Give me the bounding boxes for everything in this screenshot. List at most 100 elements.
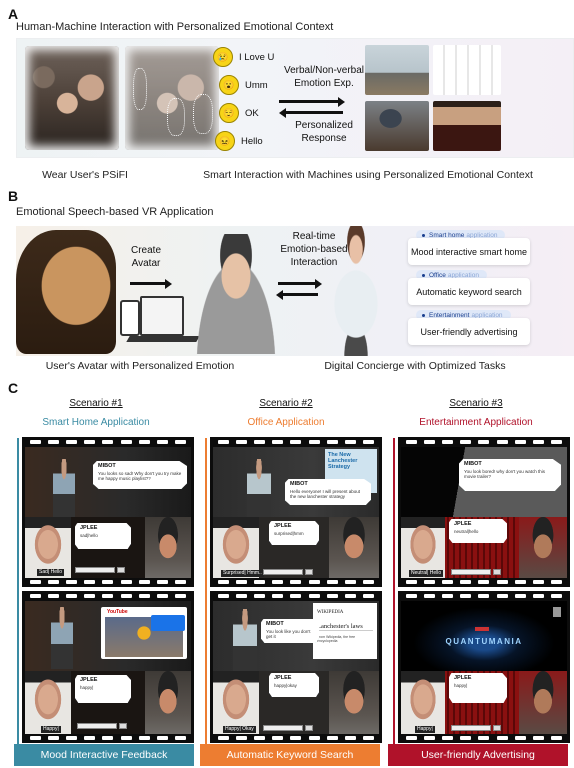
laptop-icon bbox=[140, 296, 184, 336]
user-speech-bubble: JPLEE sad|hello bbox=[75, 523, 131, 549]
vr-scene: WIKIPEDIA Lanchester's laws From Wikiped… bbox=[213, 601, 379, 671]
article-subtitle: From Wikipedia, the free encyclopedia bbox=[317, 635, 356, 643]
user-scene: Sad| Hello JPLEE sad|hello bbox=[25, 517, 191, 578]
wikipedia-window: WIKIPEDIA Lanchester's laws From Wikiped… bbox=[313, 603, 377, 659]
film-sprockets bbox=[210, 592, 382, 600]
user-camera-face bbox=[25, 671, 71, 734]
scenario-3-app: Entertainment Application bbox=[419, 417, 533, 428]
panel-a-caption-right: Smart Interaction with Machines using Pe… bbox=[203, 169, 533, 181]
concierge-avatar bbox=[51, 607, 73, 669]
scenario-2-footer: Automatic Keyword Search bbox=[200, 744, 380, 766]
scenario-3-accent-bar bbox=[393, 438, 395, 744]
verbal-emotion-label: Verbal/Non-verbal Emotion Exp. bbox=[283, 65, 365, 89]
panel-b-caption-right: Digital Concierge with Optimized Tasks bbox=[324, 360, 506, 372]
film-sprockets bbox=[22, 592, 194, 600]
scenario-3-frame-1: MIBOT You look bored! why don't you watch… bbox=[398, 437, 570, 587]
wikipedia-logo: WIKIPEDIA bbox=[317, 610, 344, 615]
send-button[interactable] bbox=[305, 569, 313, 575]
film-sprockets bbox=[22, 578, 194, 586]
film-sprockets bbox=[398, 578, 570, 586]
user-avatar-face bbox=[145, 671, 191, 734]
user-scene: Happy| JPLEE happy| bbox=[401, 671, 567, 734]
arrow-left-icon bbox=[279, 107, 343, 118]
slide-title: The New Lanchester Strategy bbox=[328, 452, 358, 470]
send-button[interactable] bbox=[117, 567, 125, 573]
scenario-3-footer: User-friendly Advertising bbox=[388, 744, 568, 766]
friends-photo bbox=[25, 46, 119, 150]
chat-input[interactable] bbox=[451, 725, 491, 731]
send-button[interactable] bbox=[119, 723, 127, 729]
emotion-result-label: Sad| Hello bbox=[37, 569, 64, 576]
mibot-speech-bubble: MIBOT You look like you don't get it bbox=[261, 619, 319, 643]
app-card-smart-home: Mood interactive smart home bbox=[408, 238, 530, 265]
emotion-result-label: Surprised| Hmm.. bbox=[221, 570, 264, 577]
film-sprockets bbox=[210, 438, 382, 446]
send-button[interactable] bbox=[493, 569, 501, 575]
chat-input[interactable] bbox=[451, 569, 491, 575]
scenario-2-accent-bar bbox=[205, 438, 207, 744]
emotion-label: Hello bbox=[241, 135, 263, 147]
create-avatar-label: Create Avatar bbox=[130, 245, 161, 269]
film-sprockets bbox=[22, 734, 194, 742]
chat-input[interactable] bbox=[75, 567, 115, 573]
app-card-entertainment: User-friendly advertising bbox=[408, 318, 530, 345]
emotion-result-label: Happy| bbox=[415, 726, 435, 733]
emotion-label: Umm bbox=[245, 79, 268, 91]
mibot-speech-bubble: MIBOT You looks so sad! Why don't you try… bbox=[93, 461, 187, 489]
signin-popup bbox=[151, 615, 185, 631]
scenario-2-frame-1: The New Lanchester Strategy MIBOT Hello e… bbox=[210, 437, 382, 587]
scenario-1-footer: Mood Interactive Feedback bbox=[14, 744, 194, 766]
arrow-right-icon bbox=[130, 278, 172, 289]
user-speech-bubble: JPLEE happy| bbox=[449, 673, 507, 703]
user-speech-bubble: JPLEE happy| bbox=[75, 675, 131, 703]
user-scene: Neutral| Hello JPLEE neutral|hello bbox=[401, 517, 567, 578]
scenario-2-frame-2: WIKIPEDIA Lanchester's laws From Wikiped… bbox=[210, 591, 382, 743]
send-button[interactable] bbox=[305, 725, 313, 731]
personalized-response-label: Personalized Response bbox=[295, 120, 353, 144]
user-speech-bubble: JPLEE happy|okay bbox=[269, 673, 319, 697]
emotion-item: 😖 Hello bbox=[215, 131, 263, 151]
user-avatar-face bbox=[329, 671, 379, 734]
surprised-face-icon: 😮 bbox=[219, 75, 239, 95]
scenario-2-title: Scenario #2 bbox=[259, 398, 313, 409]
user-avatar-face bbox=[519, 671, 567, 734]
face-landmarks bbox=[133, 68, 147, 110]
emotion-item: 😢 I Love U bbox=[213, 47, 274, 67]
panel-b-caption-left: User's Avatar with Personalized Emotion bbox=[45, 360, 235, 372]
skip-button[interactable] bbox=[553, 607, 561, 617]
user-camera-face bbox=[401, 517, 445, 578]
movie-title: QUANTUMANIA bbox=[445, 637, 523, 646]
friends-photo-landmarks bbox=[125, 46, 219, 150]
send-button[interactable] bbox=[493, 725, 501, 731]
user-face-illustration bbox=[16, 230, 116, 354]
concierge-avatar bbox=[233, 609, 257, 671]
emotion-item: 😌 OK bbox=[219, 103, 259, 123]
user-camera-face bbox=[213, 517, 259, 578]
crying-face-icon: 😢 bbox=[213, 47, 233, 67]
face-landmarks bbox=[167, 98, 185, 136]
confounded-face-icon: 😖 bbox=[215, 131, 235, 151]
smart-home-thumbnail bbox=[365, 45, 429, 95]
movie-trailer-scene: QUANTUMANIA bbox=[401, 601, 567, 671]
user-camera-face bbox=[401, 671, 445, 734]
article-title: Lanchester's laws bbox=[317, 623, 373, 631]
mibot-speech-bubble: MIBOT You look bored! why don't you watch… bbox=[459, 459, 561, 491]
user-speech-bubble: JPLEE surprised|hmm bbox=[269, 521, 319, 545]
chat-input[interactable] bbox=[263, 569, 303, 575]
film-sprockets bbox=[22, 438, 194, 446]
user-scene: Happy| Okay JPLEE happy|okay bbox=[213, 671, 379, 734]
emotion-label: I Love U bbox=[239, 51, 275, 63]
scenario-1-frame-2: YouTube Happy| JPLEE happy| bbox=[22, 591, 194, 743]
panel-b-letter: B bbox=[8, 188, 19, 204]
user-scene: Happy| JPLEE happy| bbox=[25, 671, 191, 734]
user-avatar-face bbox=[145, 517, 191, 578]
user-avatar-face bbox=[519, 517, 567, 578]
mibot-speech-bubble: MIBOT Hello everyone! I will present abou… bbox=[285, 479, 371, 505]
user-speech-bubble: JPLEE neutral|hello bbox=[449, 519, 507, 543]
chat-input[interactable] bbox=[263, 725, 303, 731]
vr-scene: The New Lanchester Strategy MIBOT Hello e… bbox=[213, 447, 379, 517]
panel-c-letter: C bbox=[8, 380, 19, 396]
chat-input[interactable] bbox=[77, 723, 117, 729]
scenario-1-frame-1: MIBOT You looks so sad! Why don't you try… bbox=[22, 437, 194, 587]
youtube-logo: YouTube bbox=[107, 609, 128, 615]
